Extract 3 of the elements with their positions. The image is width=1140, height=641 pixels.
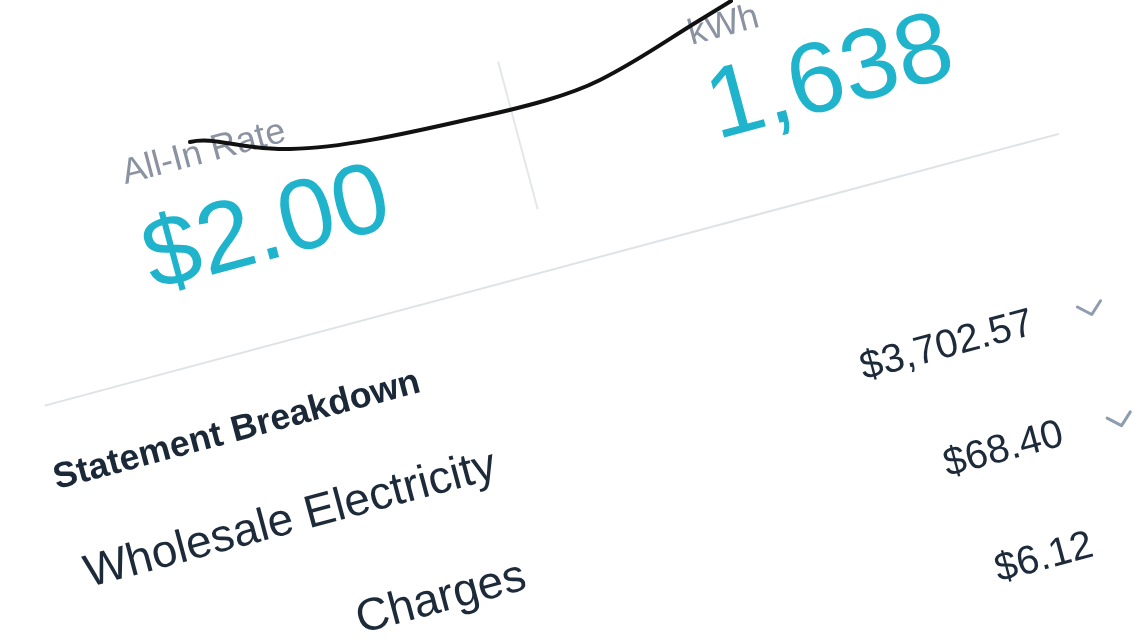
row-amount: $68.40 [937,408,1068,486]
row-label: Charges [350,550,531,641]
row-amount: $6.12 [989,520,1098,591]
